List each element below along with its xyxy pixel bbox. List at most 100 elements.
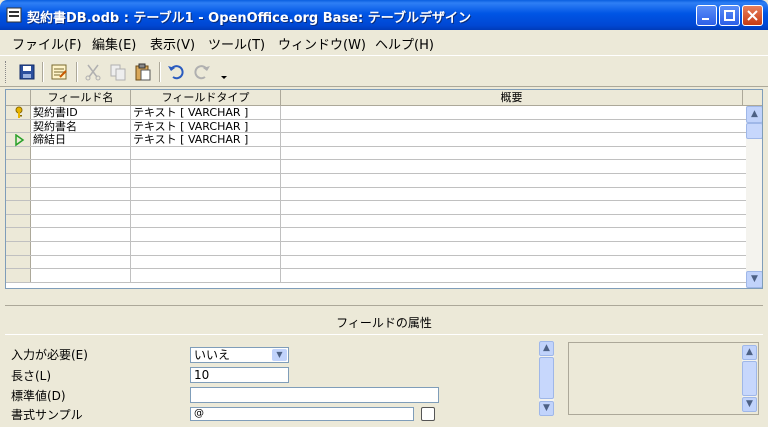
scroll-down-button[interactable]: ▼ — [742, 397, 757, 412]
field-name-cell[interactable]: 契約書名 — [31, 119, 131, 133]
description-cell[interactable] — [281, 133, 746, 146]
maximize-button[interactable] — [719, 5, 740, 26]
scroll-down-button[interactable]: ▼ — [539, 401, 554, 416]
field-type-cell[interactable] — [131, 255, 281, 269]
field-name-cell[interactable] — [31, 187, 131, 201]
undo-button[interactable] — [165, 61, 187, 83]
table-row[interactable] — [6, 269, 746, 283]
table-row[interactable]: 契約書名 テキスト [ VARCHAR ] — [6, 119, 746, 134]
menu-window[interactable]: ウィンドウ(W) — [278, 34, 366, 53]
menu-help[interactable]: ヘルプ(H) — [375, 34, 434, 53]
row-header[interactable] — [6, 146, 31, 160]
edit-index-button[interactable] — [48, 61, 70, 83]
length-input[interactable]: 10 — [190, 367, 289, 383]
row-header[interactable] — [6, 174, 31, 187]
field-name-cell[interactable] — [31, 228, 131, 241]
description-cell[interactable] — [281, 160, 746, 173]
description-cell[interactable] — [281, 228, 746, 241]
row-header[interactable] — [6, 269, 31, 282]
field-type-cell[interactable] — [131, 187, 281, 201]
row-header[interactable] — [6, 201, 31, 214]
scroll-up-button[interactable]: ▲ — [742, 345, 757, 360]
toolbar-grip[interactable] — [5, 61, 8, 83]
table-row[interactable] — [6, 174, 746, 188]
description-cell[interactable] — [281, 269, 746, 282]
field-name-cell[interactable] — [31, 242, 131, 255]
field-name-cell[interactable]: 締結日 — [31, 133, 131, 146]
properties-scrollbar[interactable]: ▲ ▼ — [539, 341, 554, 416]
table-row[interactable] — [6, 214, 746, 229]
field-name-cell[interactable] — [31, 214, 131, 228]
scroll-left-button[interactable]: ◀ — [6, 288, 23, 289]
table-row[interactable] — [6, 242, 746, 256]
description-cell[interactable] — [281, 242, 746, 255]
toolbar-overflow-button[interactable] — [218, 58, 230, 84]
field-name-cell[interactable] — [31, 269, 131, 282]
menu-edit[interactable]: 編集(E) — [92, 34, 136, 53]
field-type-cell[interactable] — [131, 160, 281, 173]
table-row[interactable] — [6, 255, 746, 270]
description-cell[interactable] — [281, 188, 746, 201]
field-name-cell[interactable]: 契約書ID — [31, 106, 131, 119]
menu-tools[interactable]: ツール(T) — [208, 34, 265, 53]
row-header[interactable] — [6, 228, 31, 241]
description-cell[interactable] — [281, 147, 746, 160]
table-row[interactable] — [6, 146, 746, 161]
table-row[interactable]: 契約書ID テキスト [ VARCHAR ] — [6, 106, 746, 120]
table-row[interactable]: 締結日 テキスト [ VARCHAR ] — [6, 133, 746, 147]
openoffice-app-icon[interactable] — [6, 7, 22, 23]
menu-file[interactable]: ファイル(F) — [12, 34, 82, 53]
description-cell[interactable] — [281, 174, 746, 187]
paste-button[interactable] — [132, 61, 154, 83]
field-type-cell[interactable] — [131, 269, 281, 282]
minimize-button[interactable] — [696, 5, 717, 26]
chevron-down-icon[interactable]: ▼ — [272, 349, 287, 361]
field-grid[interactable]: フィールド名 フィールドタイプ 概要 契約書ID テキスト [ VARCHAR ]… — [5, 89, 763, 289]
field-name-cell[interactable] — [31, 255, 131, 269]
row-header[interactable] — [6, 187, 31, 201]
scroll-thumb[interactable] — [746, 123, 762, 139]
table-row[interactable] — [6, 187, 746, 202]
row-header[interactable] — [6, 242, 31, 255]
description-cell[interactable] — [281, 215, 746, 228]
field-name-cell[interactable] — [31, 160, 131, 173]
close-button[interactable] — [742, 5, 763, 26]
required-select[interactable]: いいえ ▼ — [190, 347, 289, 363]
field-type-cell[interactable] — [131, 228, 281, 241]
field-name-cell[interactable] — [31, 174, 131, 187]
field-type-cell[interactable] — [131, 146, 281, 160]
scroll-thumb[interactable] — [539, 357, 554, 399]
table-row[interactable] — [6, 228, 746, 242]
table-row[interactable] — [6, 201, 746, 215]
field-name-cell[interactable] — [31, 201, 131, 214]
description-cell[interactable] — [281, 106, 746, 119]
grid-vertical-scrollbar[interactable]: ▲ ▼ — [746, 106, 762, 288]
column-header-field-name[interactable]: フィールド名 — [31, 90, 131, 106]
cut-button[interactable] — [82, 61, 104, 83]
scroll-thumb[interactable] — [24, 288, 728, 289]
row-header[interactable] — [6, 214, 31, 228]
default-value-input[interactable] — [190, 387, 439, 403]
field-type-cell[interactable]: テキスト [ VARCHAR ] — [131, 119, 281, 133]
scroll-down-button[interactable]: ▼ — [746, 271, 762, 288]
row-header[interactable] — [6, 106, 31, 119]
row-header[interactable] — [6, 119, 31, 133]
field-type-cell[interactable] — [131, 242, 281, 255]
field-type-cell[interactable] — [131, 201, 281, 214]
field-type-cell[interactable] — [131, 214, 281, 228]
scroll-thumb[interactable] — [742, 361, 757, 396]
description-cell[interactable] — [281, 120, 746, 133]
field-type-cell[interactable]: テキスト [ VARCHAR ] — [131, 106, 281, 119]
field-type-cell[interactable] — [131, 174, 281, 187]
redo-button[interactable] — [191, 61, 213, 83]
column-header-field-type[interactable]: フィールドタイプ — [131, 90, 281, 106]
row-header[interactable] — [6, 160, 31, 173]
help-scrollbar[interactable]: ▲ ▼ — [742, 345, 757, 412]
table-row[interactable] — [6, 160, 746, 174]
column-header-description[interactable]: 概要 — [281, 90, 743, 106]
save-button[interactable] — [16, 61, 38, 83]
format-button[interactable] — [421, 407, 435, 421]
menu-view[interactable]: 表示(V) — [150, 34, 195, 53]
field-name-cell[interactable] — [31, 146, 131, 160]
description-cell[interactable] — [281, 256, 746, 269]
